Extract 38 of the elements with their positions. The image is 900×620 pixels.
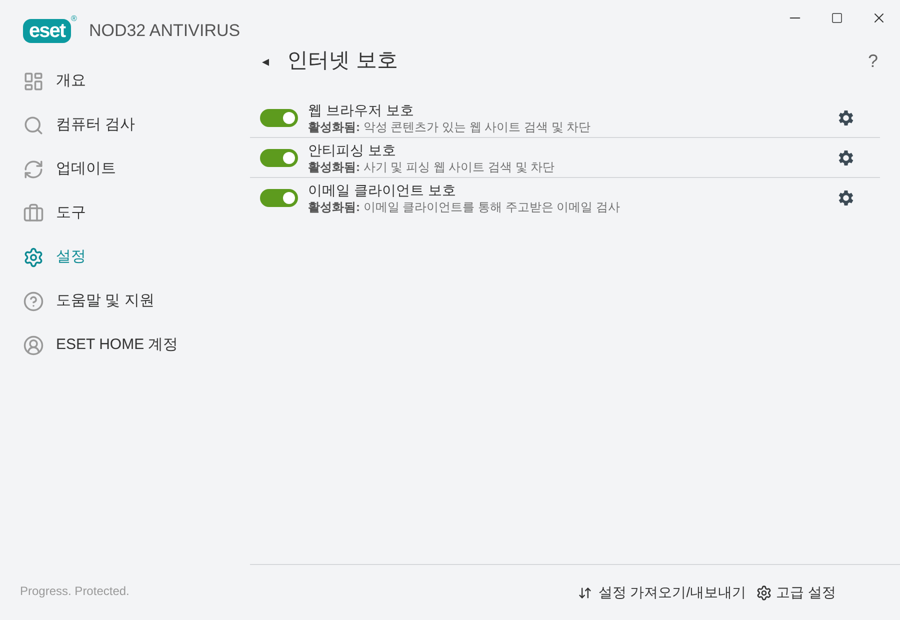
settings-icon[interactable]	[836, 188, 856, 208]
sidebar-item[interactable]: 업데이트	[0, 147, 250, 191]
briefcase-icon	[23, 202, 44, 224]
help-icon	[23, 290, 44, 312]
help-button[interactable]: ?	[868, 48, 878, 74]
sidebar-item[interactable]: 컴퓨터 검사	[0, 103, 250, 147]
import-export-button[interactable]: 설정 가져오기/내보내기	[578, 582, 746, 603]
settings-icon	[756, 584, 772, 600]
back-button[interactable]: ◂	[262, 50, 269, 72]
maximize-icon[interactable]	[831, 12, 843, 24]
search-icon	[23, 114, 44, 136]
setting-description: 활성화됨: 악성 콘텐츠가 있는 웹 사이트 검색 및 차단	[308, 118, 592, 134]
import-export-icon	[578, 586, 592, 600]
setting-description: 활성화됨: 사기 및 피싱 웹 사이트 검색 및 차단	[308, 158, 556, 174]
setting-description: 활성화됨: 이메일 클라이언트를 통해 주고받은 이메일 검사	[308, 199, 622, 215]
sidebar-item[interactable]: ESET HOME 계정	[0, 323, 250, 367]
toggle-switch[interactable]	[260, 189, 298, 207]
sidebar-item[interactable]: 개요	[0, 59, 250, 103]
settings-icon[interactable]	[836, 148, 856, 168]
user-icon	[23, 334, 44, 356]
setting-title: 안티피싱 보호	[308, 140, 397, 158]
dashboard-icon	[23, 70, 44, 92]
advanced-settings-button[interactable]: 고급 설정	[756, 582, 836, 603]
toggle-switch[interactable]	[260, 148, 298, 166]
sidebar-item[interactable]: 설정	[0, 235, 250, 279]
product-name: NOD32 ANTIVIRUS	[88, 20, 240, 42]
page-title: 인터넷 보호	[287, 48, 398, 74]
sidebar-item[interactable]: 도구	[0, 191, 250, 235]
setting-title: 웹 브라우저 보호	[308, 100, 415, 118]
sidebar-item[interactable]: 도움말 및 지원	[0, 279, 250, 323]
toggle-switch[interactable]	[260, 108, 298, 126]
logo: eset	[23, 19, 72, 43]
tagline: Progress. Protected.	[19, 583, 130, 600]
settings-icon[interactable]	[836, 108, 856, 128]
setting-title: 이메일 클라이언트 보호	[308, 181, 457, 199]
refresh-icon	[23, 158, 44, 180]
trademark: ®	[71, 15, 77, 23]
settings-icon	[23, 246, 44, 268]
